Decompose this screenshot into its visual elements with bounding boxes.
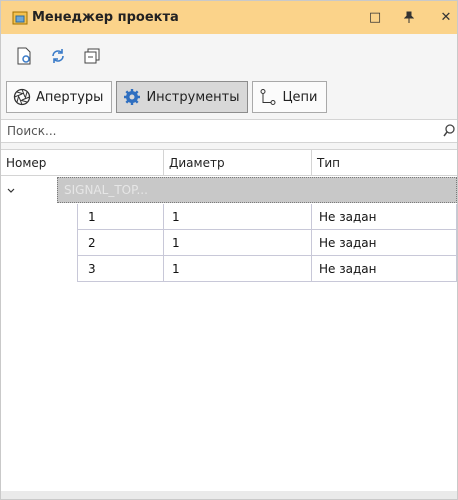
pin-button[interactable] [401, 9, 417, 25]
project-manager-icon [12, 10, 28, 26]
toolbar [1, 34, 457, 78]
group-label: SIGNAL_TOP... [57, 177, 457, 203]
column-header-number[interactable]: Номер [1, 150, 164, 176]
cell-type[interactable]: Не задан [312, 256, 457, 282]
tab-apertures[interactable]: Апертуры [6, 81, 113, 113]
search-input[interactable] [1, 120, 427, 142]
tools-grid: Номер Диаметр Тип SIGNAL_TOP... 1 1 Не з… [1, 149, 457, 492]
column-header-diameter[interactable]: Диаметр [164, 150, 312, 176]
tab-tools-label: Инструменты [146, 89, 240, 105]
cell-type[interactable]: Не задан [312, 204, 457, 230]
tab-apertures-label: Апертуры [36, 89, 104, 105]
search-icon[interactable] [443, 124, 455, 141]
chain-icon [260, 89, 276, 105]
panel-title: Менеджер проекта [32, 10, 179, 25]
panel-footer [1, 491, 457, 499]
document-settings-icon[interactable] [13, 45, 35, 67]
chevron-down-icon[interactable] [6, 185, 16, 199]
refresh-icon[interactable] [47, 45, 69, 67]
close-button[interactable]: ✕ [438, 9, 454, 25]
collapse-icon[interactable] [81, 45, 103, 67]
tab-nets[interactable]: Цепи [252, 81, 327, 113]
tab-nets-label: Цепи [282, 89, 318, 105]
cell-type[interactable]: Не задан [312, 230, 457, 256]
column-header-type[interactable]: Тип [312, 150, 457, 176]
maximize-button[interactable]: □ [367, 9, 383, 25]
cell-diameter[interactable]: 1 [164, 256, 312, 282]
gear-icon [124, 89, 141, 105]
cell-number[interactable]: 1 [77, 204, 164, 230]
group-row[interactable]: SIGNAL_TOP... [1, 177, 457, 204]
tab-bar: Апертуры Инструменты Цепи [6, 81, 331, 115]
project-manager-panel: Менеджер проекта □ ✕ Апертуры Инструмент… [0, 0, 458, 500]
aperture-icon [13, 88, 31, 106]
cell-diameter[interactable]: 1 [164, 230, 312, 256]
tab-tools[interactable]: Инструменты [116, 81, 249, 113]
cell-number[interactable]: 2 [77, 230, 164, 256]
cell-number[interactable]: 3 [77, 256, 164, 282]
panel-titlebar[interactable]: Менеджер проекта □ ✕ [1, 1, 457, 34]
search-bar [1, 119, 457, 143]
cell-diameter[interactable]: 1 [164, 204, 312, 230]
